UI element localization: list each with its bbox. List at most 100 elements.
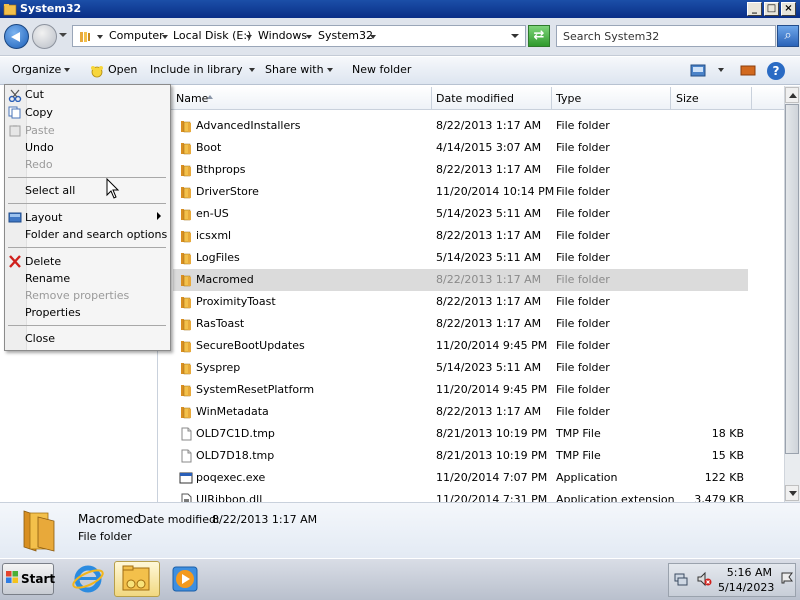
file-type: TMP File — [556, 427, 601, 440]
file-type: File folder — [556, 163, 610, 176]
table-row[interactable]: RasToast 8/22/2013 1:17 AM File folder — [173, 313, 748, 335]
file-type: Application extension — [556, 493, 675, 502]
scissors-icon — [8, 89, 22, 102]
folder-icon — [179, 251, 193, 265]
submenu-arrow-icon — [157, 212, 161, 220]
table-row[interactable]: OLD7D18.tmp 8/21/2013 10:19 PM TMP File 15 … — [173, 445, 748, 467]
file-name: SecureBootUpdates — [196, 339, 305, 352]
windows-logo-icon — [6, 571, 18, 583]
menu-item-cut[interactable]: Cut — [25, 88, 44, 102]
file-type: File folder — [556, 207, 610, 220]
file-date-modified: 8/21/2013 10:19 PM — [436, 449, 548, 462]
action-center-icon[interactable] — [780, 571, 794, 585]
menu-item-layout[interactable]: Layout — [25, 211, 62, 225]
media-player-icon[interactable] — [163, 562, 207, 596]
file-type: File folder — [556, 339, 610, 352]
file-date-modified: 8/22/2013 1:17 AM — [436, 229, 542, 242]
table-row[interactable]: UIRibbon.dll 11/20/2014 7:31 PM Applicatio… — [173, 489, 748, 502]
file-name: Bthprops — [196, 163, 246, 176]
menu-item-paste: Paste — [25, 124, 55, 137]
application-icon — [179, 471, 193, 485]
file-name: icsxml — [196, 229, 232, 242]
file-type: File folder — [556, 141, 610, 154]
folder-icon — [179, 207, 193, 221]
table-row[interactable]: Bthprops 8/22/2013 1:17 AM File folder — [173, 159, 748, 181]
menu-item-undo[interactable]: Undo — [25, 141, 54, 155]
tmp-file-icon — [179, 427, 193, 441]
tmp-file-icon — [179, 449, 193, 463]
table-row[interactable]: AdvancedInstallers 8/22/2013 1:17 AM File … — [173, 115, 748, 137]
file-date-modified: 4/14/2015 3:07 AM — [436, 141, 542, 154]
file-size: 122 KB — [704, 471, 744, 484]
file-date-modified: 11/20/2014 7:07 PM — [436, 471, 548, 484]
file-date-modified: 8/22/2013 1:17 AM — [436, 163, 542, 176]
table-row[interactable]: poqexec.exe 11/20/2014 7:07 PM Application… — [173, 467, 748, 489]
dll-file-icon — [179, 493, 193, 502]
file-name: DriverStore — [196, 185, 259, 198]
windows-explorer-icon — [122, 565, 150, 591]
file-type: TMP File — [556, 449, 601, 462]
menu-item-close[interactable]: Close — [25, 332, 55, 346]
folder-icon — [179, 163, 193, 177]
clock-date[interactable]: 5/14/2023 — [718, 581, 774, 594]
table-row[interactable]: OLD7C1D.tmp 8/21/2013 10:19 PM TMP File 18 … — [173, 423, 748, 445]
folder-icon — [179, 229, 193, 243]
file-type: File folder — [556, 383, 610, 396]
file-name: SystemResetPlatform — [196, 383, 315, 396]
menu-item-redo: Redo — [25, 158, 53, 171]
volume-muted-icon[interactable] — [696, 571, 712, 587]
file-name: OLD7D18.tmp — [196, 449, 275, 462]
file-date-modified: 5/14/2023 5:11 AM — [436, 207, 542, 220]
scroll-up-button[interactable] — [785, 87, 799, 103]
menu-item-delete[interactable]: Delete — [25, 255, 61, 269]
details-date-label: Date modified: — [138, 513, 220, 526]
delete-icon — [9, 255, 21, 268]
file-size: 3,479 KB — [694, 493, 744, 502]
folder-icon — [179, 339, 193, 353]
file-date-modified: 11/20/2014 9:45 PM — [436, 339, 548, 352]
file-date-modified: 8/22/2013 1:17 AM — [436, 405, 542, 418]
menu-item-rename[interactable]: Rename — [25, 272, 70, 286]
menu-item-properties[interactable]: Properties — [25, 306, 81, 320]
table-row[interactable]: SecureBootUpdates 11/20/2014 9:45 PM File … — [173, 335, 748, 357]
menu-item-remove-properties: Remove properties — [25, 289, 130, 302]
file-type: File folder — [556, 361, 610, 374]
file-date-modified: 5/14/2023 5:11 AM — [436, 361, 542, 374]
details-file-type: File folder — [78, 530, 132, 543]
menu-separator — [8, 325, 166, 326]
file-date-modified: 8/21/2013 10:19 PM — [436, 427, 548, 440]
file-name: Boot — [196, 141, 222, 154]
folder-icon — [179, 119, 193, 133]
file-type: Application — [556, 471, 618, 484]
scrollbar-thumb[interactable] — [785, 104, 799, 454]
menu-item-select-all[interactable]: Select all — [25, 184, 75, 198]
menu-item-folder-and-search-options[interactable]: Folder and search options — [25, 228, 167, 242]
file-date-modified: 11/20/2014 7:31 PM — [436, 493, 548, 502]
file-name: UIRibbon.dll — [196, 493, 263, 502]
paste-icon — [9, 125, 21, 137]
file-name: LogFiles — [196, 251, 240, 264]
clock-time[interactable]: 5:16 AM — [718, 566, 772, 579]
table-row[interactable]: Sysprep 5/14/2023 5:11 AM File folder — [173, 357, 748, 379]
file-date-modified: 8/22/2013 1:17 AM — [436, 317, 542, 330]
table-row[interactable]: DriverStore 11/20/2014 10:14 PM File folde… — [173, 181, 748, 203]
folder-icon — [179, 361, 193, 375]
mouse-cursor-icon — [106, 178, 120, 199]
table-row[interactable]: Macromed 8/22/2013 1:17 AM File folder — [173, 269, 748, 291]
table-row[interactable]: LogFiles 5/14/2023 5:11 AM File folder — [173, 247, 748, 269]
menu-item-copy[interactable]: Copy — [25, 106, 53, 120]
internet-explorer-icon[interactable] — [66, 562, 110, 596]
folder-icon — [179, 405, 193, 419]
file-name: OLD7C1D.tmp — [196, 427, 275, 440]
scroll-down-button[interactable] — [785, 485, 799, 501]
file-type: File folder — [556, 251, 610, 264]
table-row[interactable]: WinMetadata 8/22/2013 1:17 AM File folder — [173, 401, 748, 423]
table-row[interactable]: icsxml 8/22/2013 1:17 AM File folder — [173, 225, 748, 247]
table-row[interactable]: SystemResetPlatform 11/20/2014 9:45 PM Fil… — [173, 379, 748, 401]
table-row[interactable]: en-US 5/14/2023 5:11 AM File folder — [173, 203, 748, 225]
details-file-name: Macromed — [78, 512, 142, 526]
table-row[interactable]: Boot 4/14/2015 3:07 AM File folder — [173, 137, 748, 159]
file-date-modified: 8/22/2013 1:17 AM — [436, 273, 542, 286]
table-row[interactable]: ProximityToast 8/22/2013 1:17 AM File fold… — [173, 291, 748, 313]
network-icon[interactable] — [673, 571, 689, 587]
